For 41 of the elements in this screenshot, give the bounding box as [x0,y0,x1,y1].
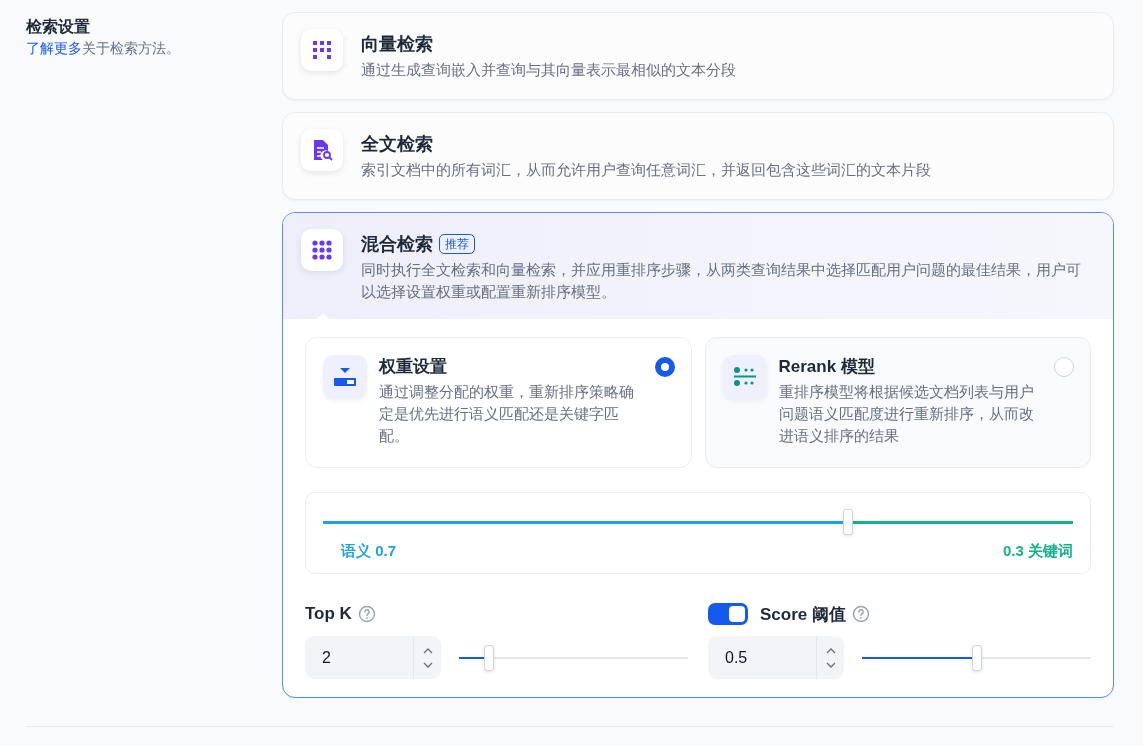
method-title: 向量检索 [361,33,433,56]
number-field[interactable]: 2 [305,636,413,679]
chevron-up-icon [422,647,433,654]
recommended-badge: 推荐 [439,234,475,254]
option-description: 通过调整分配的权重，重新排序策略确定是优先进行语义匹配还是关键字匹配。 [379,383,635,446]
section-title: 检索设置 [26,17,91,37]
learn-more-link[interactable]: 了解更多 [26,40,82,56]
method-description: 索引文档中的所有词汇，从而允许用户查询任意词汇，并返回包含这些词汇的文本片段 [361,161,931,180]
dot-grid-icon [311,39,333,61]
retrieval-method-card[interactable] [282,212,1114,698]
section-description: 了解更多关于检索方法。 [26,39,181,58]
slider-thumb[interactable] [843,509,853,535]
method-description: 通过生成查询嵌入并查询与其向量表示最相似的文本分段 [361,61,736,80]
weight-scale-icon [333,366,357,388]
parameter-label: Top K [305,604,352,624]
option-title: Rerank 模型 [778,356,876,378]
option-title: 权重设置 [379,356,448,378]
slider-thumb[interactable] [971,644,982,671]
rerank-icon [732,366,757,388]
semantic-weight-label: 语义 0.7 [341,542,397,561]
rerank-option-card[interactable]: 权重设置 通过调整分配的权重，重新排序策略确定是优先进行语义匹配还是关键字匹配。 [305,337,692,468]
retrieval-method-card[interactable]: 向量检索 通过生成查询嵌入并查询与其向量表示最相似的文本分段 [282,12,1114,100]
parameter-label: Score 阈值 [760,603,846,626]
method-title: 全文检索 [361,133,433,156]
dot-grid-icon [311,239,333,261]
number-field[interactable]: 0.5 [708,636,816,679]
chevron-down-icon [422,661,433,668]
method-title: 混合检索 [361,233,433,256]
radio-button[interactable] [654,357,675,377]
help-icon[interactable] [357,605,376,623]
keyword-weight-label: 0.3 关键词 [1002,542,1073,561]
option-description: 重排序模型将根据候选文档列表与用户问题语义匹配度进行重新排序，从而改进语义排序的结果 [778,383,1035,446]
method-description: 同时执行全文检索和向量检索，并应用重排序步骤，从两类查询结果中选择匹配用户问题的最佳结果，用户可以选择设置权重或配置重新排序模型。 [361,261,1082,302]
chevron-down-icon [825,661,836,668]
rerank-option-card[interactable]: Rerank 模型 重排序模型将根据候选文档列表与用户问题语义匹配度进行重新排序，从而改进语义排序的结果 [704,337,1091,468]
retrieval-method-card[interactable]: 全文检索 索引文档中的所有词汇，从而允许用户查询任意词汇，并返回包含这些词汇的文本片段 [282,112,1114,200]
toggle-switch[interactable] [708,603,748,625]
chevron-up-icon [825,647,836,654]
document-search-icon [311,139,333,161]
help-icon[interactable] [852,605,870,623]
slider-thumb[interactable] [483,644,494,671]
